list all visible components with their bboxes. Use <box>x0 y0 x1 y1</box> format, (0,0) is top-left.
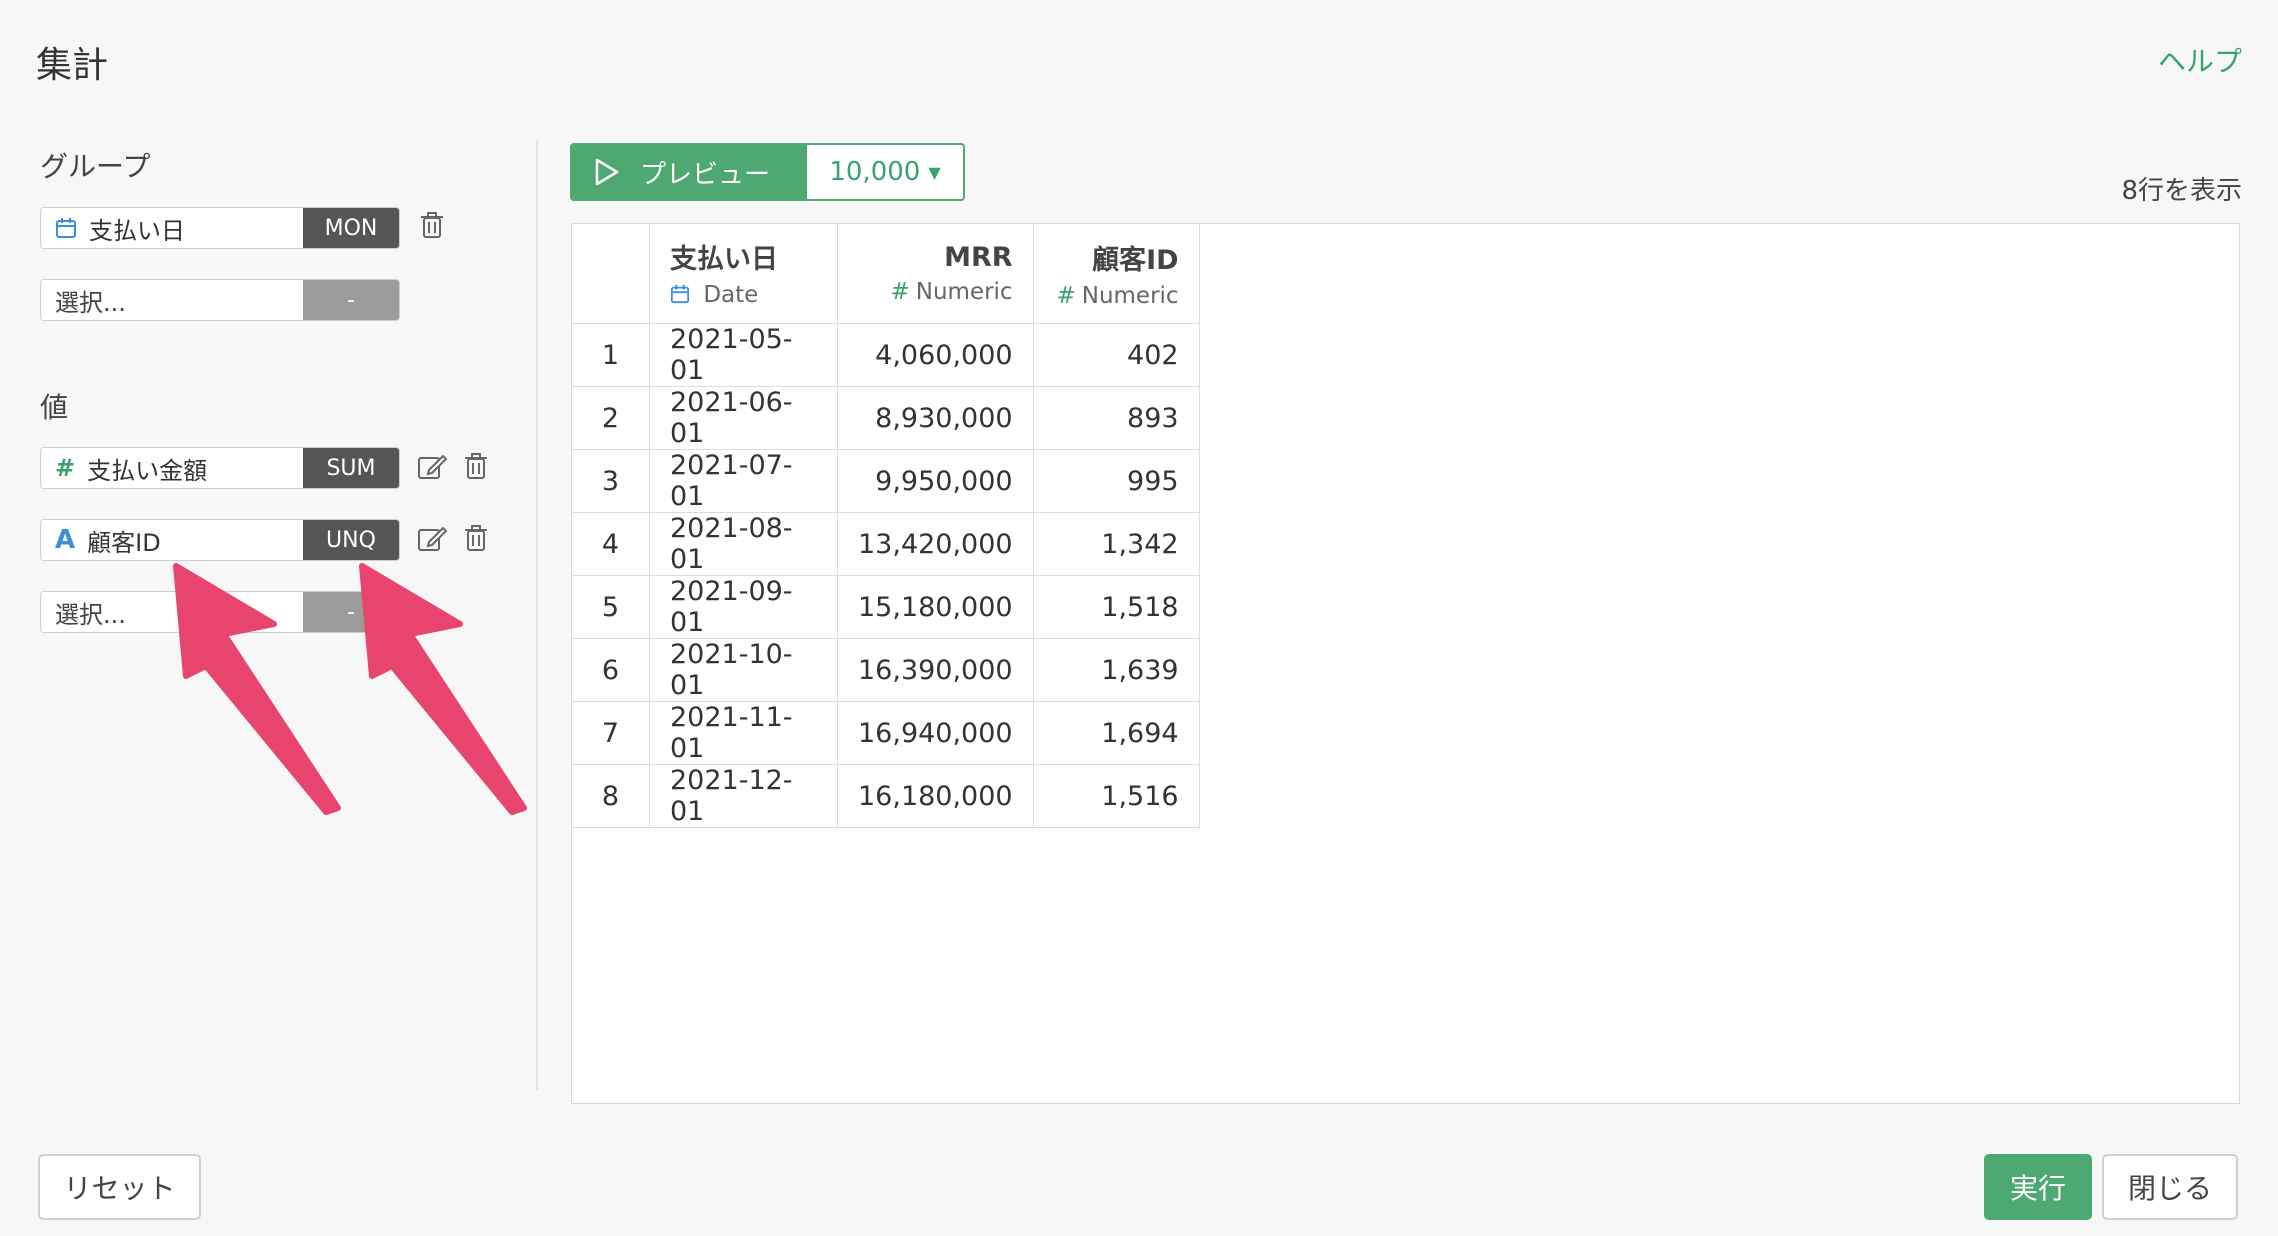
value-field-label: 支払い金額 <box>87 456 208 485</box>
play-icon <box>595 158 619 186</box>
reset-button[interactable]: リセット <box>38 1154 201 1220</box>
cell-mrr: 16,940,000 <box>837 701 1034 765</box>
trash-icon[interactable] <box>419 211 445 243</box>
cell-mrr: 9,950,000 <box>837 449 1034 513</box>
preview-table: 支払い日 Date MRR # Numeric 顧客ID # Numeric 1 2… <box>571 223 1200 828</box>
table-row: 4 2021-08-01 13,420,000 1,342 <box>571 512 1200 576</box>
value-select-field[interactable]: 選択... - <box>40 591 400 633</box>
help-link[interactable]: ヘルプ <box>2158 40 2242 80</box>
cell-date: 2021-08-01 <box>649 512 838 576</box>
group-aggregation-button[interactable]: MON <box>303 208 399 248</box>
group-select-placeholder: 選択... <box>41 280 303 320</box>
cell-date: 2021-09-01 <box>649 575 838 639</box>
preview-control: プレビュー 10,000 ▼ <box>570 143 965 201</box>
close-button[interactable]: 閉じる <box>2102 1154 2238 1220</box>
cell-mrr: 16,390,000 <box>837 638 1034 702</box>
rows-count-label: 8行を表示 <box>2121 176 2242 206</box>
numeric-hash-icon: # <box>1056 283 1076 309</box>
cell-mrr: 15,180,000 <box>837 575 1034 639</box>
caret-down-icon: ▼ <box>928 162 941 182</box>
value-aggregation-button[interactable]: UNQ <box>303 520 399 560</box>
row-index: 6 <box>571 638 650 702</box>
row-index: 7 <box>571 701 650 765</box>
table-row: 2 2021-06-01 8,930,000 893 <box>571 386 1200 450</box>
column-type-label: Numeric <box>915 279 1013 305</box>
table-row: 8 2021-12-01 16,180,000 1,516 <box>571 764 1200 828</box>
edit-icon[interactable] <box>417 524 448 558</box>
preview-button-label: プレビュー <box>640 159 771 190</box>
table-row: 3 2021-07-01 9,950,000 995 <box>571 449 1200 513</box>
cell-date: 2021-05-01 <box>649 323 838 387</box>
cell-mrr: 13,420,000 <box>837 512 1034 576</box>
value-field-label: 顧客ID <box>87 528 161 557</box>
cell-customer-id: 1,694 <box>1032 701 1200 765</box>
preview-button[interactable]: プレビュー <box>572 145 807 199</box>
panel-divider <box>536 140 538 1090</box>
execute-button[interactable]: 実行 <box>1984 1154 2092 1220</box>
preview-count-value: 10,000 <box>829 157 921 187</box>
group-select-field[interactable]: 選択... - <box>40 279 400 321</box>
table-row: 5 2021-09-01 15,180,000 1,518 <box>571 575 1200 639</box>
value-select-agg[interactable]: - <box>303 592 399 632</box>
cell-mrr: 4,060,000 <box>837 323 1034 387</box>
preview-count-dropdown[interactable]: 10,000 ▼ <box>807 145 963 199</box>
text-a-icon: A <box>55 525 76 555</box>
group-section-label: グループ <box>40 150 151 183</box>
cell-customer-id: 1,516 <box>1032 764 1200 828</box>
column-header-payment-date[interactable]: 支払い日 Date <box>649 223 838 324</box>
cell-customer-id: 893 <box>1032 386 1200 450</box>
dialog-title: 集計 <box>36 45 109 86</box>
value-aggregation-button[interactable]: SUM <box>303 448 399 488</box>
cell-date: 2021-07-01 <box>649 449 838 513</box>
values-section-label: 値 <box>40 391 69 424</box>
cell-customer-id: 1,518 <box>1032 575 1200 639</box>
cell-date: 2021-06-01 <box>649 386 838 450</box>
group-field-label: 支払い日 <box>89 216 185 245</box>
calendar-icon <box>55 217 77 239</box>
column-header-customer-id[interactable]: 顧客ID # Numeric <box>1032 223 1200 324</box>
edit-icon[interactable] <box>417 452 448 486</box>
group-select-agg[interactable]: - <box>303 280 399 320</box>
value-select-placeholder: 選択... <box>41 592 303 632</box>
cell-date: 2021-10-01 <box>649 638 838 702</box>
table-row: 7 2021-11-01 16,940,000 1,694 <box>571 701 1200 765</box>
cell-date: 2021-12-01 <box>649 764 838 828</box>
cell-date: 2021-11-01 <box>649 701 838 765</box>
calendar-icon <box>670 284 697 310</box>
cell-mrr: 16,180,000 <box>837 764 1034 828</box>
row-index: 3 <box>571 449 650 513</box>
numeric-hash-icon: # <box>890 279 910 305</box>
cell-customer-id: 1,342 <box>1032 512 1200 576</box>
trash-icon[interactable] <box>463 524 489 556</box>
cell-customer-id: 402 <box>1032 323 1200 387</box>
cell-mrr: 8,930,000 <box>837 386 1034 450</box>
row-index: 8 <box>571 764 650 828</box>
group-field-payment-date[interactable]: 支払い日 MON <box>40 207 400 249</box>
row-index: 5 <box>571 575 650 639</box>
row-index: 1 <box>571 323 650 387</box>
cell-customer-id: 995 <box>1032 449 1200 513</box>
row-index-header <box>571 223 650 324</box>
value-field-customer-id[interactable]: A 顧客ID UNQ <box>40 519 400 561</box>
row-index: 4 <box>571 512 650 576</box>
trash-icon[interactable] <box>463 452 489 484</box>
row-index: 2 <box>571 386 650 450</box>
table-row: 6 2021-10-01 16,390,000 1,639 <box>571 638 1200 702</box>
column-header-mrr[interactable]: MRR # Numeric <box>837 223 1034 324</box>
column-type-label: Numeric <box>1081 283 1179 309</box>
value-field-payment-amount[interactable]: # 支払い金額 SUM <box>40 447 400 489</box>
numeric-hash-icon: # <box>55 454 76 482</box>
column-type-label: Date <box>703 282 759 308</box>
table-row: 1 2021-05-01 4,060,000 402 <box>571 323 1200 387</box>
cell-customer-id: 1,639 <box>1032 638 1200 702</box>
